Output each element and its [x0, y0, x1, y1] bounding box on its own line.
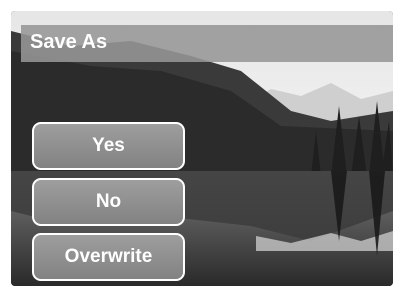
yes-button[interactable]: Yes	[32, 122, 185, 170]
title-bar: Save As	[21, 25, 393, 62]
no-button[interactable]: No	[32, 178, 185, 226]
dialog-title: Save As	[30, 31, 108, 53]
overwrite-button[interactable]: Overwrite	[32, 233, 185, 281]
camera-screen: Save As Yes No Overwrite	[11, 11, 393, 286]
